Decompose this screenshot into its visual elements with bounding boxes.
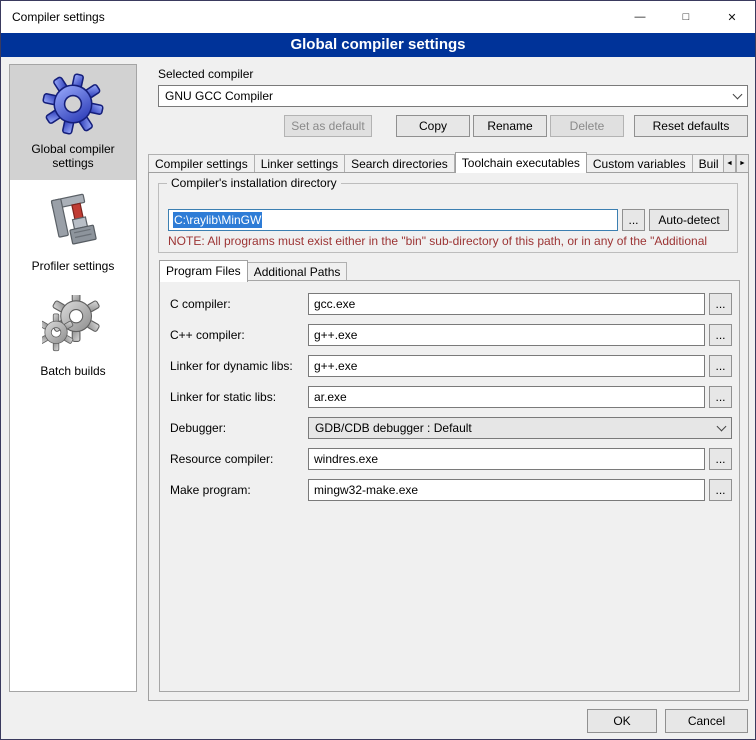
close-icon[interactable]: ✕ xyxy=(709,1,755,33)
static-linker-input[interactable] xyxy=(308,386,705,408)
resource-compiler-input[interactable] xyxy=(308,448,705,470)
field-row-cpp-compiler: C++ compiler: ... xyxy=(160,324,739,346)
window-title: Compiler settings xyxy=(1,10,105,24)
selected-compiler-select[interactable]: GNU GCC Compiler xyxy=(158,85,748,107)
tab-compiler-settings[interactable]: Compiler settings xyxy=(148,154,255,173)
settings-tabs: Compiler settings Linker settings Search… xyxy=(148,151,749,173)
titlebar: Compiler settings — □ ✕ xyxy=(1,1,755,33)
debugger-label: Debugger: xyxy=(170,417,226,439)
resource-compiler-browse-button[interactable]: ... xyxy=(709,448,732,470)
sidebar-item-batch-builds[interactable]: Batch builds xyxy=(10,287,136,388)
reset-defaults-button[interactable]: Reset defaults xyxy=(634,115,748,137)
global-settings-gear-icon xyxy=(42,73,104,135)
tabs-scroll-area: Compiler settings Linker settings Search… xyxy=(148,151,723,173)
cpp-compiler-input[interactable] xyxy=(308,324,705,346)
installation-directory-group: Compiler's installation directory C:\ray… xyxy=(158,183,738,253)
program-files-panel: C compiler: ... C++ compiler: ... Linker… xyxy=(159,280,740,692)
chevron-down-icon xyxy=(733,89,743,99)
delete-button[interactable]: Delete xyxy=(550,115,624,137)
field-row-c-compiler: C compiler: ... xyxy=(160,293,739,315)
compiler-actions: Set as default Copy Rename Delete Reset … xyxy=(158,115,748,137)
make-program-browse-button[interactable]: ... xyxy=(709,479,732,501)
compiler-settings-dialog: Compiler settings — □ ✕ Global compiler … xyxy=(0,0,756,740)
rename-button[interactable]: Rename xyxy=(473,115,547,137)
tab-search-directories[interactable]: Search directories xyxy=(345,154,455,173)
make-program-label: Make program: xyxy=(170,479,251,501)
dynamic-linker-browse-button[interactable]: ... xyxy=(709,355,732,377)
static-linker-browse-button[interactable]: ... xyxy=(709,386,732,408)
executables-subtabs: Program Files Additional Paths xyxy=(159,260,347,281)
make-program-input[interactable] xyxy=(308,479,705,501)
browse-directory-button[interactable]: ... xyxy=(622,209,645,231)
chevron-down-icon xyxy=(717,421,727,431)
page-title: Global compiler settings xyxy=(1,33,755,57)
selected-compiler-label: Selected compiler xyxy=(158,67,253,81)
debugger-value: GDB/CDB debugger : Default xyxy=(315,421,472,435)
tab-toolchain-executables[interactable]: Toolchain executables xyxy=(455,152,587,173)
c-compiler-label: C compiler: xyxy=(170,293,231,315)
sidebar-item-label: Batch builds xyxy=(40,364,105,378)
c-compiler-input[interactable] xyxy=(308,293,705,315)
subtab-program-files[interactable]: Program Files xyxy=(159,260,248,282)
dynamic-linker-label: Linker for dynamic libs: xyxy=(170,355,293,377)
resource-compiler-label: Resource compiler: xyxy=(170,448,273,470)
ok-button[interactable]: OK xyxy=(587,709,657,733)
sidebar-item-label: Global compiler settings xyxy=(13,142,133,170)
field-row-dynamic-linker: Linker for dynamic libs: ... xyxy=(160,355,739,377)
batch-builds-gears-icon xyxy=(42,295,104,357)
bin-subdirectory-note: NOTE: All programs must exist either in … xyxy=(168,234,731,248)
cancel-button[interactable]: Cancel xyxy=(665,709,748,733)
debugger-select[interactable]: GDB/CDB debugger : Default xyxy=(308,417,732,439)
field-row-make-program: Make program: ... xyxy=(160,479,739,501)
minimize-icon[interactable]: — xyxy=(617,1,663,33)
tab-scroll-right-icon[interactable]: ► xyxy=(736,154,749,173)
installation-directory-value: C:\raylib\MinGW xyxy=(173,212,262,228)
sidebar-item-global-compiler-settings[interactable]: Global compiler settings xyxy=(10,65,136,180)
window-controls: — □ ✕ xyxy=(617,1,755,33)
sidebar-item-label: Profiler settings xyxy=(32,259,115,273)
cpp-compiler-browse-button[interactable]: ... xyxy=(709,324,732,346)
toolchain-executables-panel: Compiler's installation directory C:\ray… xyxy=(148,172,749,701)
profiler-icon xyxy=(45,192,101,252)
field-row-resource-compiler: Resource compiler: ... xyxy=(160,448,739,470)
subtab-additional-paths[interactable]: Additional Paths xyxy=(248,262,348,281)
set-as-default-button[interactable]: Set as default xyxy=(284,115,372,137)
c-compiler-browse-button[interactable]: ... xyxy=(709,293,732,315)
tab-scroll-left-icon[interactable]: ◄ xyxy=(723,154,736,173)
tab-linker-settings[interactable]: Linker settings xyxy=(255,154,345,173)
static-linker-label: Linker for static libs: xyxy=(170,386,276,408)
settings-sidebar: Global compiler settings Profiler settin… xyxy=(9,64,137,692)
auto-detect-button[interactable]: Auto-detect xyxy=(649,209,729,231)
maximize-icon[interactable]: □ xyxy=(663,1,709,33)
selected-compiler-value: GNU GCC Compiler xyxy=(165,89,273,103)
tab-build-options[interactable]: Buil xyxy=(693,154,723,173)
copy-button[interactable]: Copy xyxy=(396,115,470,137)
installation-directory-group-title: Compiler's installation directory xyxy=(167,176,341,190)
dynamic-linker-input[interactable] xyxy=(308,355,705,377)
cpp-compiler-label: C++ compiler: xyxy=(170,324,245,346)
field-row-static-linker: Linker for static libs: ... xyxy=(160,386,739,408)
tab-scroll-buttons: ◄ ► xyxy=(723,154,749,173)
sidebar-item-profiler-settings[interactable]: Profiler settings xyxy=(10,184,136,283)
field-row-debugger: Debugger: GDB/CDB debugger : Default xyxy=(160,417,739,439)
tab-custom-variables[interactable]: Custom variables xyxy=(587,154,693,173)
installation-directory-input[interactable]: C:\raylib\MinGW xyxy=(168,209,618,231)
